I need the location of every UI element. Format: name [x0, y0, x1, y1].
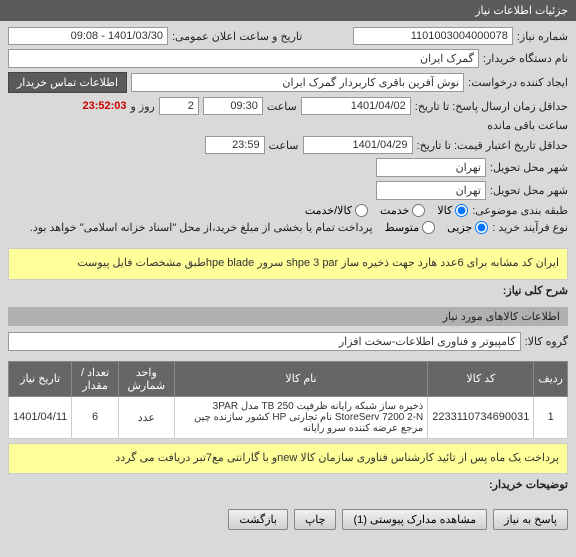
- time-label-1: ساعت: [267, 100, 297, 113]
- cell-date: 1401/04/11: [9, 396, 72, 438]
- radio-partial-label: جزیی: [447, 221, 472, 234]
- cell-code: 2233110734690031: [428, 396, 534, 438]
- radio-both-label: کالا/خدمت: [305, 204, 352, 217]
- notes-text: پرداخت یک ماه پس از تائید کارشناس فناوری…: [17, 450, 559, 468]
- reply-button[interactable]: پاسخ به نیاز: [493, 509, 568, 530]
- deadline-time-field: 09:30: [203, 97, 263, 115]
- days-label: روز و: [131, 100, 155, 113]
- radio-medium[interactable]: متوسط: [385, 221, 436, 234]
- radio-goods-input[interactable]: [455, 204, 468, 217]
- th-code: کد کالا: [428, 361, 534, 396]
- payment-note: پرداخت تمام یا بخشی از مبلغ خرید،از محل …: [30, 221, 373, 234]
- radio-service[interactable]: خدمت: [380, 204, 425, 217]
- group-field: کامپیوتر و فناوری اطلاعات-سخت افزار: [8, 332, 521, 351]
- city-deliver-label: شهر محل تحویل:: [490, 161, 568, 174]
- radio-service-label: خدمت: [380, 204, 409, 217]
- buyer-field: گمرک ایران: [8, 49, 479, 68]
- attachments-button[interactable]: مشاهده مدارک پیوستی (1): [342, 509, 487, 530]
- announce-label: تاریخ و ساعت اعلان عمومی:: [172, 30, 302, 43]
- city-deliver-field: تهران: [376, 158, 486, 177]
- validity-date-field: 1401/04/29: [303, 136, 413, 154]
- deadline-date-field: 1401/04/02: [301, 97, 411, 115]
- desc-label: شرح کلی نیاز:: [503, 284, 568, 297]
- th-name: نام کالا: [174, 361, 428, 396]
- cell-qty: 6: [72, 396, 119, 438]
- notes-box: پرداخت یک ماه پس از تائید کارشناس فناوری…: [8, 443, 568, 475]
- remaining-label: ساعت باقی مانده: [487, 119, 568, 132]
- th-row: ردیف: [534, 361, 568, 396]
- radio-partial-input[interactable]: [475, 221, 488, 234]
- notes-label: توضیحات خریدار:: [489, 478, 568, 491]
- radio-goods[interactable]: کالا: [437, 204, 468, 217]
- buyer-label: نام دستگاه خریدار:: [483, 52, 568, 65]
- description-box: ایران کد مشابه برای 6عدد هارد جهت ذخیره …: [8, 248, 568, 280]
- radio-medium-label: متوسط: [385, 221, 420, 234]
- process-label: نوع فرآیند خرید :: [492, 221, 568, 234]
- cell-name: ذخیره ساز شبکه رایانه ظرفیت TB 250 مدل 3…: [174, 396, 428, 438]
- radio-both[interactable]: کالا/خدمت: [305, 204, 368, 217]
- cell-unit: عدد: [118, 396, 174, 438]
- th-date: تاریخ نیاز: [9, 361, 72, 396]
- requester-field: نوش آفرین باقری کاربردار گمرک ایران: [131, 73, 464, 92]
- items-table: ردیف کد کالا نام کالا واحد شمارش تعداد /…: [8, 361, 568, 439]
- radio-both-input[interactable]: [355, 204, 368, 217]
- validity-label: حداقل تاریخ اعتبار قیمت: تا تاریخ:: [417, 139, 568, 152]
- radio-partial[interactable]: جزیی: [447, 221, 488, 234]
- need-no-field: 1101003004000078: [353, 27, 513, 45]
- category-label: طبقه بندی موضوعی:: [472, 204, 568, 217]
- radio-goods-label: کالا: [437, 204, 452, 217]
- back-button[interactable]: بازگشت: [228, 509, 288, 530]
- requester-label: ایجاد کننده درخواست:: [468, 76, 568, 89]
- contact-button[interactable]: اطلاعات تماس خریدار: [8, 72, 127, 93]
- city-load-field: تهران: [376, 181, 486, 200]
- description-text: ایران کد مشابه برای 6عدد هارد جهت ذخیره …: [17, 255, 559, 273]
- validity-time-field: 23:59: [205, 136, 265, 154]
- days-field: 2: [159, 97, 199, 115]
- radio-service-input[interactable]: [412, 204, 425, 217]
- print-button[interactable]: چاپ: [294, 509, 337, 530]
- radio-medium-input[interactable]: [422, 221, 435, 234]
- process-radio-group: جزیی متوسط: [385, 221, 489, 234]
- time-label-2: ساعت: [269, 139, 299, 152]
- cell-row: 1: [534, 396, 568, 438]
- footer-buttons: پاسخ به نیاز مشاهده مدارک پیوستی (1) چاپ…: [0, 501, 576, 538]
- page-title: جزئیات اطلاعات نیاز: [0, 0, 576, 21]
- city-load-label: شهر محل تحویل:: [490, 184, 568, 197]
- items-header: اطلاعات کالاهای مورد نیاز: [8, 307, 568, 326]
- category-radio-group: کالا خدمت کالا/خدمت: [305, 204, 468, 217]
- need-no-label: شماره نیاز:: [517, 30, 568, 43]
- table-row: 1 2233110734690031 ذخیره ساز شبکه رایانه…: [9, 396, 568, 438]
- th-unit: واحد شمارش: [118, 361, 174, 396]
- deadline-label: حداقل زمان ارسال پاسخ: تا تاریخ:: [415, 100, 568, 113]
- countdown-timer: 23:52:03: [82, 100, 126, 112]
- th-qty: تعداد / مقدار: [72, 361, 119, 396]
- group-label: گروه کالا:: [525, 335, 568, 348]
- table-header-row: ردیف کد کالا نام کالا واحد شمارش تعداد /…: [9, 361, 568, 396]
- announce-field: 1401/03/30 - 09:08: [8, 27, 168, 45]
